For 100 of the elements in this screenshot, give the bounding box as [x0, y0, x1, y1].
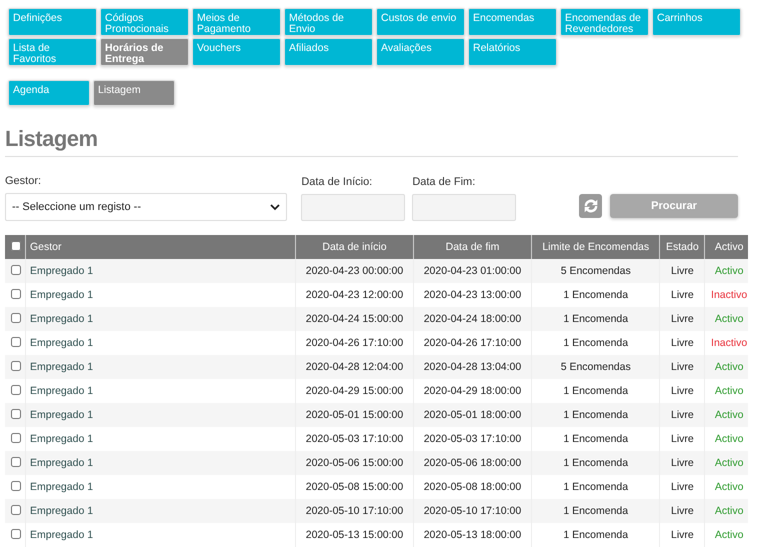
column-header: Gestor [30, 241, 62, 253]
row-checkbox[interactable] [11, 264, 21, 274]
status-cell: Livre [670, 529, 694, 541]
limit-cell: 5 Encomendas [560, 265, 631, 277]
date-cell: 2020-05-01 18:00:00 [424, 409, 522, 421]
search-button[interactable]: Procurar [610, 194, 738, 218]
menu-button[interactable]: Métodos de Envio [284, 8, 373, 36]
date-cell: 2020-05-08 15:00:00 [306, 481, 404, 493]
row-checkbox[interactable] [11, 480, 21, 490]
field-label: Data de Fim: [412, 176, 476, 188]
limit-cell: 1 Encomenda [563, 289, 628, 301]
gestor-cell: Empregado 1 [30, 265, 94, 277]
field-label: Gestor: [5, 175, 42, 187]
limit-cell: 1 Encomenda [563, 433, 628, 445]
menu-button[interactable]: Códigos Promocionais [100, 8, 189, 36]
limit-cell: 1 Encomenda [563, 457, 628, 469]
select-all-checkbox[interactable] [11, 240, 21, 250]
menu-button[interactable]: Relatórios [468, 38, 557, 66]
date-cell: 2020-05-03 17:10:00 [306, 433, 404, 445]
active-status: Activo [714, 505, 744, 517]
status-cell: Livre [670, 361, 694, 373]
gestor-cell: Empregado 1 [30, 385, 94, 397]
limit-cell: 1 Encomenda [563, 385, 628, 397]
date-cell: 2020-04-23 13:00:00 [424, 289, 522, 301]
limit-cell: 1 Encomenda [563, 529, 628, 541]
gestor-cell: Empregado 1 [30, 361, 94, 373]
status-cell: Livre [670, 289, 694, 301]
date-cell: 2020-04-26 17:10:00 [424, 337, 522, 349]
menu-button[interactable]: Definições [8, 8, 97, 36]
menu-button[interactable]: Encomendas [468, 8, 557, 36]
menu-button[interactable]: Afiliados [284, 38, 373, 66]
menu-button[interactable]: Lista de Favoritos [8, 38, 97, 66]
date-cell: 2020-05-13 15:00:00 [306, 529, 404, 541]
date-cell: 2020-04-23 01:00:00 [424, 265, 522, 277]
date-cell: 2020-05-08 18:00:00 [424, 481, 522, 493]
menu-button[interactable]: Carrinhos [652, 8, 741, 36]
row-checkbox[interactable] [11, 504, 21, 514]
active-status: Activo [714, 529, 744, 541]
row-checkbox[interactable] [11, 360, 21, 370]
chevron-down-icon [270, 204, 280, 210]
row-checkbox[interactable] [11, 432, 21, 442]
date-cell: 2020-04-24 18:00:00 [424, 313, 522, 325]
row-checkbox[interactable] [11, 384, 21, 394]
menu-button[interactable]: Horários de Entrega [100, 38, 189, 66]
active-status: Inactivo [711, 289, 748, 301]
refresh-button[interactable] [579, 194, 602, 218]
menu-button[interactable]: Vouchers [192, 38, 281, 66]
row-checkbox[interactable] [11, 456, 21, 466]
date-cell: 2020-04-28 13:04:00 [424, 361, 522, 373]
gestor-cell: Empregado 1 [30, 433, 94, 445]
status-cell: Livre [670, 433, 694, 445]
active-status: Activo [714, 385, 744, 397]
start-date-field[interactable] [301, 194, 406, 221]
row-checkbox[interactable] [11, 408, 21, 418]
active-status: Inactivo [711, 337, 748, 349]
manager-dropdown[interactable]: -- Seleccione um registo -- [5, 193, 288, 221]
status-cell: Livre [670, 409, 694, 421]
row-checkbox[interactable] [11, 312, 21, 322]
gestor-cell: Empregado 1 [30, 481, 94, 493]
gestor-cell: Empregado 1 [30, 289, 94, 301]
gestor-cell: Empregado 1 [30, 505, 94, 517]
menu-button[interactable]: Avaliações [376, 38, 465, 66]
gestor-cell: Empregado 1 [30, 313, 94, 325]
gestor-cell: Empregado 1 [30, 409, 94, 421]
date-cell: 2020-05-01 15:00:00 [306, 409, 404, 421]
page-title: Listagem [5, 126, 738, 157]
date-cell: 2020-05-13 18:00:00 [424, 529, 522, 541]
field-label: Data de Início: [301, 176, 374, 188]
gestor-cell: Empregado 1 [30, 457, 94, 469]
menu-button[interactable]: Meios de Pagamento [192, 8, 281, 36]
menu-button[interactable]: Custos de envio [376, 8, 465, 36]
limit-cell: 5 Encomendas [560, 361, 631, 373]
active-status: Activo [714, 313, 744, 325]
date-cell: 2020-05-06 15:00:00 [306, 457, 404, 469]
refresh-icon [582, 197, 600, 215]
status-cell: Livre [670, 481, 694, 493]
limit-cell: 1 Encomenda [563, 337, 628, 349]
date-cell: 2020-04-29 15:00:00 [306, 385, 404, 397]
tab[interactable]: Agenda [8, 80, 90, 106]
row-checkbox[interactable] [11, 288, 21, 298]
row-checkbox[interactable] [11, 528, 21, 538]
active-status: Activo [714, 409, 744, 421]
date-cell: 2020-05-06 18:00:00 [424, 457, 522, 469]
status-cell: Livre [670, 457, 694, 469]
column-header: Limite de Encomendas [542, 241, 650, 253]
column-header: Data de início [322, 241, 387, 253]
tab[interactable]: Listagem [93, 80, 175, 106]
menu-button[interactable]: Encomendas de Revendedores [560, 8, 649, 36]
active-status: Activo [714, 457, 744, 469]
active-status: Activo [714, 265, 744, 277]
status-cell: Livre [670, 385, 694, 397]
end-date-field[interactable] [412, 194, 516, 221]
column-header: Data de fim [446, 241, 500, 253]
active-status: Activo [714, 433, 744, 445]
gestor-cell: Empregado 1 [30, 337, 94, 349]
row-checkbox[interactable] [11, 336, 21, 346]
date-cell: 2020-04-23 12:00:00 [306, 289, 404, 301]
date-cell: 2020-04-26 17:10:00 [306, 337, 404, 349]
date-cell: 2020-05-10 17:10:00 [306, 505, 404, 517]
date-cell: 2020-05-10 17:10:00 [424, 505, 522, 517]
